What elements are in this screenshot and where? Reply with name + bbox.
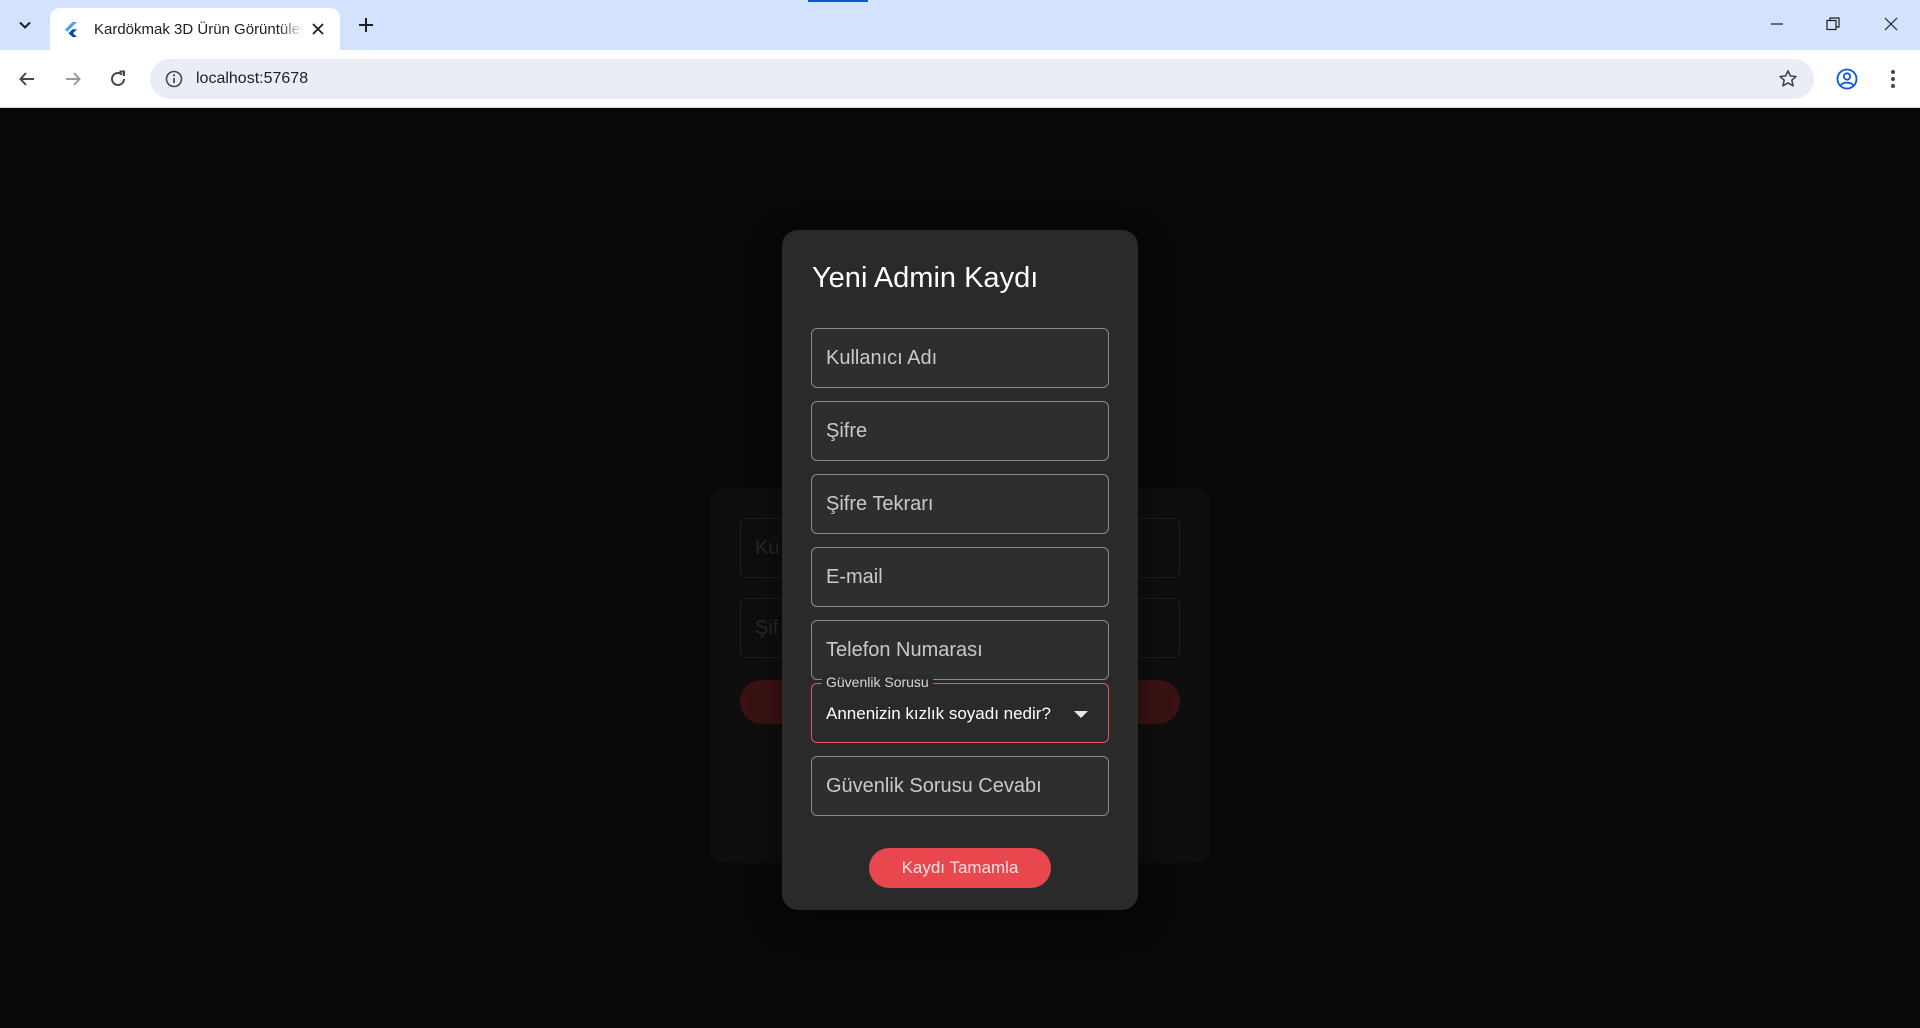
chevron-down-icon — [19, 21, 31, 29]
back-button[interactable] — [10, 62, 44, 96]
password-input[interactable] — [812, 402, 1108, 460]
security-answer-field — [811, 756, 1109, 816]
complete-registration-button[interactable]: Kaydı Tamamla — [869, 848, 1051, 888]
address-bar[interactable]: localhost:57678 — [150, 59, 1814, 99]
restore-button[interactable] — [1808, 6, 1858, 42]
new-tab-button[interactable] — [352, 11, 380, 39]
security-question-label: Güvenlik Sorusu — [822, 674, 933, 690]
reload-button[interactable] — [101, 62, 135, 96]
url-text: localhost:57678 — [196, 70, 309, 87]
tab-title: Kardökmak 3D Ürün Görüntüleyici — [94, 20, 304, 38]
security-question-select[interactable]: Güvenlik Sorusu Annenizin kızlık soyadı … — [811, 674, 1109, 743]
security-question-value: Annenizin kızlık soyadı nedir? — [826, 704, 1051, 723]
restore-icon — [1826, 17, 1840, 31]
site-info-icon[interactable] — [162, 67, 186, 91]
browser-menu-button[interactable] — [1876, 62, 1910, 96]
security-answer-input[interactable] — [812, 757, 1108, 815]
close-tab-icon[interactable] — [308, 19, 328, 39]
browser-tab-active[interactable]: Kardökmak 3D Ürün Görüntüleyici — [50, 8, 340, 50]
flutter-icon — [62, 20, 80, 38]
browser-tab-strip: Kardökmak 3D Ürün Görüntüleyici — [0, 0, 1920, 50]
profile-button[interactable] — [1830, 62, 1864, 96]
complete-registration-label: Kaydı Tamamla — [901, 858, 1019, 877]
close-window-button[interactable] — [1866, 6, 1916, 42]
minimize-button[interactable] — [1752, 6, 1802, 42]
arrow-left-icon — [19, 72, 34, 86]
username-input[interactable] — [812, 329, 1108, 387]
password-field — [811, 401, 1109, 461]
plus-icon — [359, 18, 373, 32]
page-content: Ku Şif Yeni Admin Kaydı Güvenlik Sorusu … — [0, 108, 1920, 1028]
reload-icon — [111, 70, 125, 86]
password-repeat-input[interactable] — [812, 475, 1108, 533]
tab-search-button[interactable] — [10, 10, 40, 40]
dialog-title: Yeni Admin Kaydı — [812, 262, 1039, 294]
email-field — [811, 547, 1109, 607]
dropdown-arrow-icon — [1074, 711, 1088, 718]
bookmark-star-icon[interactable] — [1776, 67, 1800, 91]
password-repeat-field — [811, 474, 1109, 534]
phone-field — [811, 620, 1109, 680]
more-vertical-icon — [1891, 70, 1895, 88]
close-icon — [1884, 17, 1898, 31]
minimize-icon — [1771, 23, 1783, 25]
username-field — [811, 328, 1109, 388]
arrow-right-icon — [66, 72, 81, 86]
admin-register-dialog: Yeni Admin Kaydı Güvenlik Sorusu Anneniz… — [782, 230, 1138, 910]
phone-input[interactable] — [812, 621, 1108, 679]
tab-indicator — [808, 0, 868, 2]
browser-toolbar: localhost:57678 — [0, 50, 1920, 108]
account-icon — [1836, 68, 1858, 90]
email-input[interactable] — [812, 548, 1108, 606]
forward-button[interactable] — [56, 62, 90, 96]
